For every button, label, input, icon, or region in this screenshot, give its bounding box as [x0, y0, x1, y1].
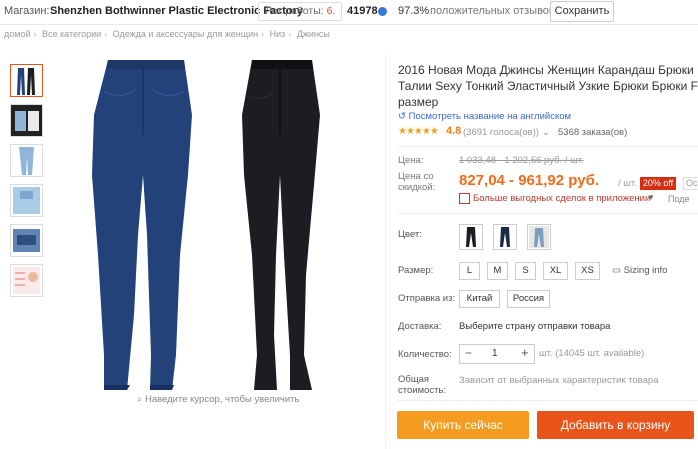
- countdown-badge: Ос: [683, 177, 698, 190]
- size-option-l[interactable]: L: [459, 262, 480, 280]
- main-product-image[interactable]: [54, 55, 376, 390]
- discount-price-label: Цена со скидкой:: [398, 171, 435, 193]
- quantity-stepper: − 1 +: [459, 344, 535, 364]
- blue-jeans-illustration: [92, 60, 192, 390]
- jeans-folded-image: [13, 229, 40, 252]
- ship-from-russia[interactable]: Россия: [507, 290, 550, 308]
- divider: [385, 55, 386, 449]
- translate-link[interactable]: ↺ Посмотреть название на английском: [398, 111, 571, 122]
- quantity-available: шт. (14045 шт. available): [539, 348, 645, 359]
- thumbnail-6[interactable]: [10, 264, 43, 297]
- ship-from-label: Отправка из:: [398, 293, 456, 304]
- discount-label-line-2: скидкой:: [398, 182, 436, 193]
- divider: [397, 213, 698, 214]
- quantity-input[interactable]: 1: [492, 348, 498, 359]
- buy-now-button[interactable]: Купить сейчас: [397, 411, 529, 439]
- qr-code-icon: [459, 193, 470, 204]
- product-title: 2016 Новая Мода Джинсы Женщин Карандаш Б…: [398, 62, 698, 110]
- title-line-2: Талии Sexy Тонкий Эластичный Узкие Брюки…: [398, 79, 698, 93]
- store-bar: Магазин: Shenzhen Bothwinner Plastic Ele…: [0, 0, 698, 25]
- add-to-cart-button[interactable]: Добавить в корзину: [537, 411, 694, 439]
- color-option-3[interactable]: [527, 224, 551, 250]
- delivery-value: Выберите страну отправки товара: [459, 321, 611, 332]
- divider: [397, 400, 698, 401]
- breadcrumb-bottoms[interactable]: Низ: [270, 29, 286, 39]
- translate-link-text[interactable]: Посмотреть название на английском: [409, 111, 571, 122]
- thumbnail-1[interactable]: [10, 64, 43, 97]
- thumbnail-3[interactable]: [10, 144, 43, 177]
- discount-badge: 20% off: [640, 177, 676, 190]
- quantity-decrease-button[interactable]: −: [465, 346, 472, 360]
- rating-value: 4.8: [446, 125, 462, 137]
- thumbnail-4[interactable]: [10, 184, 43, 217]
- title-line-1: 2016 Новая Мода Джинсы Женщин Карандаш Б…: [398, 63, 698, 77]
- thumbnail-2[interactable]: [10, 104, 43, 137]
- price-label: Цена:: [398, 155, 424, 166]
- delivery-label: Доставка:: [398, 321, 442, 332]
- quantity-increase-button[interactable]: +: [521, 345, 529, 360]
- zoom-hint: ⌕ Наведите курсор, чтобы увеличить: [137, 394, 300, 405]
- size-option-s[interactable]: S: [515, 262, 536, 280]
- color-option-2[interactable]: [493, 224, 517, 250]
- reviews-count[interactable]: (3691 голоса(ов)): [463, 127, 539, 138]
- color-label: Цвет:: [398, 229, 422, 240]
- search-icon: ⌕: [137, 394, 143, 405]
- chevron-down-icon[interactable]: ⌄: [542, 127, 550, 138]
- store-label: Магазин:: [4, 5, 50, 17]
- positive-percent: 97.3%: [398, 5, 430, 17]
- breadcrumb-women-clothing[interactable]: Одежда и аксессуары для женщин: [113, 29, 258, 39]
- breadcrumb-all-categories[interactable]: Все категории: [42, 29, 101, 39]
- sizing-info-text[interactable]: Sizing info: [624, 265, 668, 276]
- app-deals-link[interactable]: Больше выгодных сделок в приложении: [473, 193, 650, 204]
- black-jeans-swatch: [466, 227, 476, 247]
- medal-icon: [378, 7, 387, 16]
- breadcrumb-jeans[interactable]: Джинсы: [297, 29, 330, 39]
- jeans-stack-image: [11, 105, 42, 136]
- translate-icon: ↺: [398, 111, 406, 122]
- breadcrumb: домой › Все категории › Одежда и аксессуар…: [4, 29, 330, 39]
- store-score[interactable]: 41978: [347, 5, 378, 17]
- original-price: 1 033,48 - 1 202,56 руб. / шт.: [459, 155, 584, 166]
- light-jeans-swatch: [529, 226, 549, 248]
- size-option-m[interactable]: M: [487, 262, 508, 280]
- size-label: Размер:: [398, 265, 434, 276]
- reviews-link[interactable]: (3691 голоса(ов)) ⌄: [463, 127, 550, 138]
- quantity-label: Количество:: [398, 349, 452, 360]
- share-link[interactable]: Поде: [668, 194, 690, 204]
- thumbnail-5[interactable]: [10, 224, 43, 257]
- rating-stars: ★★★★★: [398, 126, 439, 137]
- jeans-pair-image: [17, 68, 35, 95]
- store-years-badge: Лет работы: 6.: [258, 2, 343, 21]
- zoom-hint-text: Наведите курсор, чтобы увеличить: [144, 394, 300, 405]
- chevron-down-icon[interactable]: ▼: [647, 193, 655, 202]
- jeans-detail-image: [13, 187, 40, 214]
- years-label: Лет работы:: [265, 5, 324, 17]
- title-line-3: размер: [398, 95, 439, 109]
- chevron-down-icon[interactable]: ⌄: [538, 4, 546, 15]
- total-cost-value: Зависит от выбранных характеристик товар…: [459, 375, 659, 386]
- size-option-xs[interactable]: XS: [575, 262, 600, 280]
- orders-count: 5368 заказа(ов): [558, 127, 628, 138]
- years-suffix: .: [332, 5, 336, 17]
- dark-jeans-swatch: [500, 227, 510, 247]
- black-jeans-illustration: [242, 60, 320, 390]
- price-unit: / шт.: [618, 178, 637, 189]
- size-option-xl[interactable]: XL: [543, 262, 568, 280]
- discount-label-line-1: Цена со: [398, 171, 434, 182]
- feedback-label[interactable]: положительных отзывов: [430, 5, 555, 17]
- jeans-light-image: [19, 147, 34, 175]
- save-store-button[interactable]: Сохранить: [550, 1, 614, 22]
- total-label-line-1: Общая: [398, 374, 430, 385]
- discount-price: 827,04 - 961,92 руб.: [459, 172, 599, 189]
- ruler-icon: ▭: [612, 265, 621, 276]
- color-option-1[interactable]: [459, 224, 483, 250]
- breadcrumb-home[interactable]: домой: [4, 29, 30, 39]
- ship-from-china[interactable]: Китай: [459, 290, 500, 308]
- total-cost-label: Общая стоимость:: [398, 374, 446, 396]
- size-chart-image: [13, 267, 40, 294]
- sizing-info-link[interactable]: ▭ Sizing info: [612, 265, 667, 276]
- total-label-line-2: стоимость:: [398, 385, 447, 396]
- divider: [397, 146, 698, 147]
